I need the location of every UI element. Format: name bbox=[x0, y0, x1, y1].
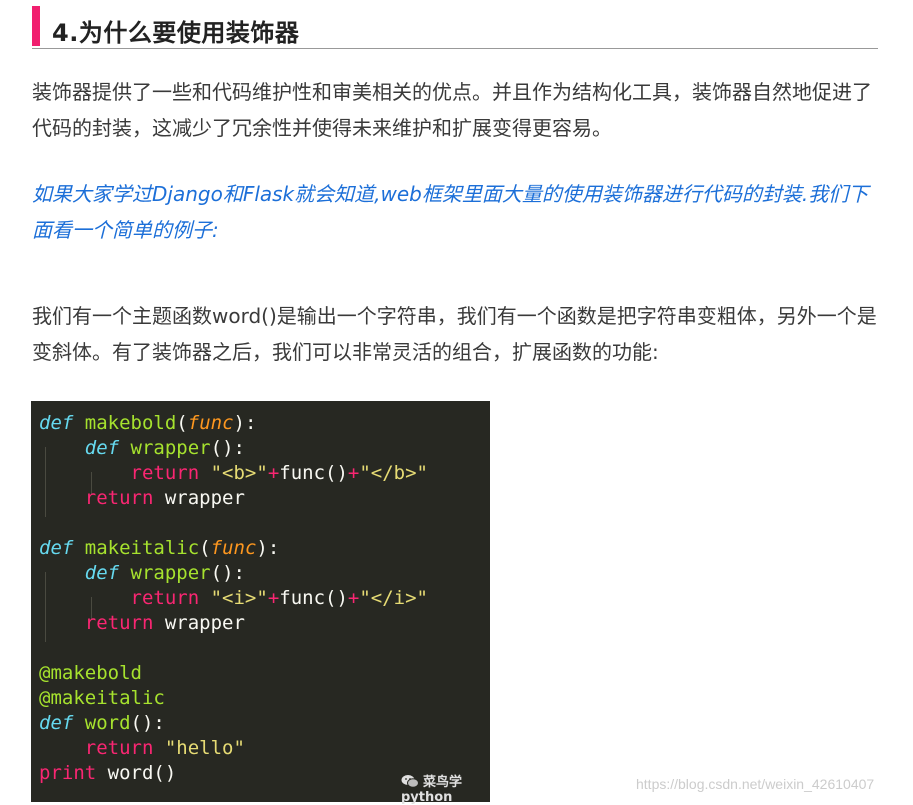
code-screenshot: 菜鸟学python def makebold(func): def wrappe… bbox=[31, 401, 490, 805]
code-line: def makebold(func): bbox=[39, 411, 256, 436]
code-token: wrapper bbox=[130, 562, 211, 584]
code-token: "hello" bbox=[164, 737, 245, 759]
code-token: + bbox=[347, 462, 360, 484]
code-token: makebold bbox=[84, 412, 177, 434]
code-token: return bbox=[84, 737, 154, 759]
paragraph-framework-note: 如果大家学过Django和Flask就会知道,web框架里面大量的使用装饰器进行… bbox=[32, 182, 869, 242]
paragraph-example-intro: 我们有一个主题函数word()是输出一个字符串，我们有一个函数是把字符串变粗体，… bbox=[32, 304, 877, 364]
code-line: return "<i>"+func()+"</i>" bbox=[39, 586, 428, 611]
code-token: ( bbox=[176, 412, 188, 434]
code-token: ): bbox=[256, 537, 280, 559]
code-token: return bbox=[84, 612, 154, 634]
code-token: + bbox=[267, 587, 280, 609]
code-token: func bbox=[187, 412, 234, 434]
code-token: @makeitalic bbox=[39, 687, 165, 709]
code-token: func bbox=[210, 537, 257, 559]
code-token: (): bbox=[130, 712, 165, 734]
code-token: word bbox=[84, 712, 131, 734]
url-watermark: https://blog.csdn.net/weixin_42610407 bbox=[636, 776, 875, 792]
code-line: return wrapper bbox=[39, 486, 245, 511]
code-token: def bbox=[39, 537, 74, 559]
code-token: wrapper bbox=[153, 612, 245, 634]
code-line: def wrapper(): bbox=[39, 436, 245, 461]
code-token: return bbox=[130, 462, 200, 484]
code-token: def bbox=[84, 437, 120, 459]
code-line: return wrapper bbox=[39, 611, 245, 636]
code-token: "<i>" bbox=[210, 587, 268, 609]
code-line: return "hello" bbox=[39, 736, 245, 761]
section-heading: 4.为什么要使用装饰器 bbox=[32, 5, 878, 49]
code-token: "<b>" bbox=[210, 462, 268, 484]
code-token: (): bbox=[210, 437, 245, 459]
wechat-icon bbox=[401, 775, 419, 788]
heading-title: 4.为什么要使用装饰器 bbox=[52, 19, 300, 47]
code-token: func() bbox=[279, 587, 348, 609]
code-line: def wrapper(): bbox=[39, 561, 245, 586]
code-line: return "<b>"+func()+"</b>" bbox=[39, 461, 428, 486]
code-token: "</i>" bbox=[359, 587, 428, 609]
code-token: return bbox=[84, 487, 154, 509]
wechat-watermark: 菜鸟学python bbox=[401, 771, 490, 805]
code-line: @makeitalic bbox=[39, 686, 165, 711]
code-token: (): bbox=[210, 562, 245, 584]
code-token: wrapper bbox=[153, 487, 245, 509]
code-token: ): bbox=[233, 412, 257, 434]
code-token: ( bbox=[199, 537, 211, 559]
code-token: def bbox=[39, 412, 74, 434]
code-token: + bbox=[267, 462, 280, 484]
heading-accent-bar bbox=[32, 6, 40, 46]
code-token: return bbox=[130, 587, 200, 609]
code-token: func() bbox=[279, 462, 348, 484]
code-line: def makeitalic(func): bbox=[39, 536, 279, 561]
code-line: print word() bbox=[39, 761, 176, 786]
code-line: def word(): bbox=[39, 711, 165, 736]
code-token: def bbox=[84, 562, 120, 584]
code-token: wrapper bbox=[130, 437, 211, 459]
code-token: def bbox=[39, 712, 74, 734]
code-token: makeitalic bbox=[84, 537, 200, 559]
code-token: print bbox=[39, 762, 97, 784]
paragraph-advantages: 装饰器提供了一些和代码维护性和审美相关的优点。并且作为结构化工具，装饰器自然地促… bbox=[32, 80, 872, 140]
code-token: + bbox=[347, 587, 360, 609]
code-token: word() bbox=[96, 762, 177, 784]
code-token: @makebold bbox=[39, 662, 142, 684]
code-token: "</b>" bbox=[359, 462, 428, 484]
code-line: @makebold bbox=[39, 661, 142, 686]
